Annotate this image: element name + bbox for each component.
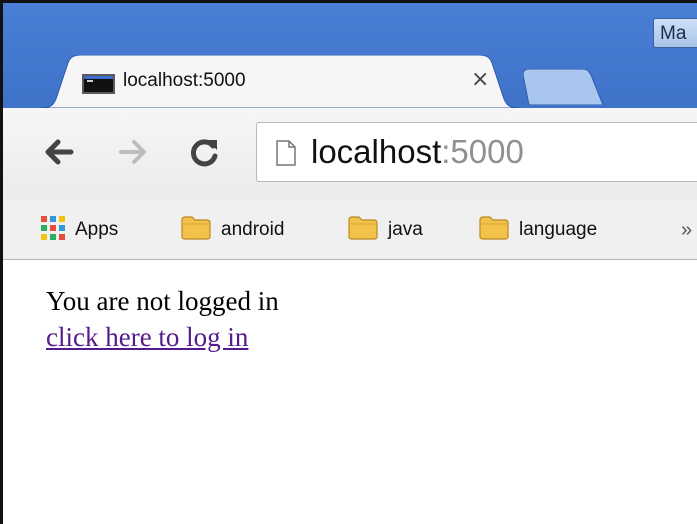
bookmarks-bar: Apps android java language » — [3, 200, 697, 260]
address-bar[interactable]: localhost:5000 — [256, 122, 697, 182]
apps-grid-icon — [41, 215, 65, 240]
url-port: :5000 — [441, 133, 524, 170]
tab-strip: Ma localhost:5000 × — [3, 3, 697, 108]
new-tab-button[interactable] — [522, 68, 604, 106]
reload-icon — [190, 139, 218, 167]
url-text[interactable]: localhost:5000 — [311, 133, 524, 171]
page-content: You are not logged in click here to log … — [3, 260, 697, 524]
bookmark-label: language — [519, 219, 598, 240]
bookmark-java[interactable]: java — [348, 215, 423, 245]
bookmark-apps[interactable]: Apps — [41, 215, 118, 245]
tab-active[interactable]: localhost:5000 × — [41, 55, 519, 108]
login-link[interactable]: click here to log in — [46, 322, 248, 353]
bookmark-android[interactable]: android — [181, 215, 284, 245]
reload-button[interactable] — [187, 134, 223, 170]
bookmark-label: Apps — [75, 219, 119, 240]
profile-button[interactable]: Ma — [653, 18, 697, 48]
navigation-toolbar: localhost:5000 — [3, 108, 697, 200]
login-status-text: You are not logged in — [46, 286, 279, 316]
new-tab-shape — [522, 68, 604, 106]
tab-title: localhost:5000 — [123, 70, 246, 91]
browser-window: Ma localhost:5000 × localhost:5000 Apps … — [0, 0, 697, 524]
folder-icon — [348, 216, 378, 240]
page-icon — [276, 140, 296, 166]
bookmark-label: java — [388, 219, 423, 240]
forward-button[interactable] — [115, 134, 151, 170]
back-button[interactable] — [41, 134, 77, 170]
bookmarks-overflow-chevron[interactable]: » — [681, 215, 692, 245]
bookmark-language[interactable]: language — [479, 215, 597, 245]
back-arrow-icon — [45, 139, 74, 165]
folder-icon — [181, 216, 211, 240]
url-host: localhost — [311, 133, 442, 170]
forward-arrow-icon — [119, 140, 146, 164]
folder-icon — [479, 216, 509, 240]
terminal-icon — [82, 74, 115, 94]
close-icon[interactable]: × — [471, 67, 489, 92]
bookmark-label: android — [221, 219, 285, 240]
